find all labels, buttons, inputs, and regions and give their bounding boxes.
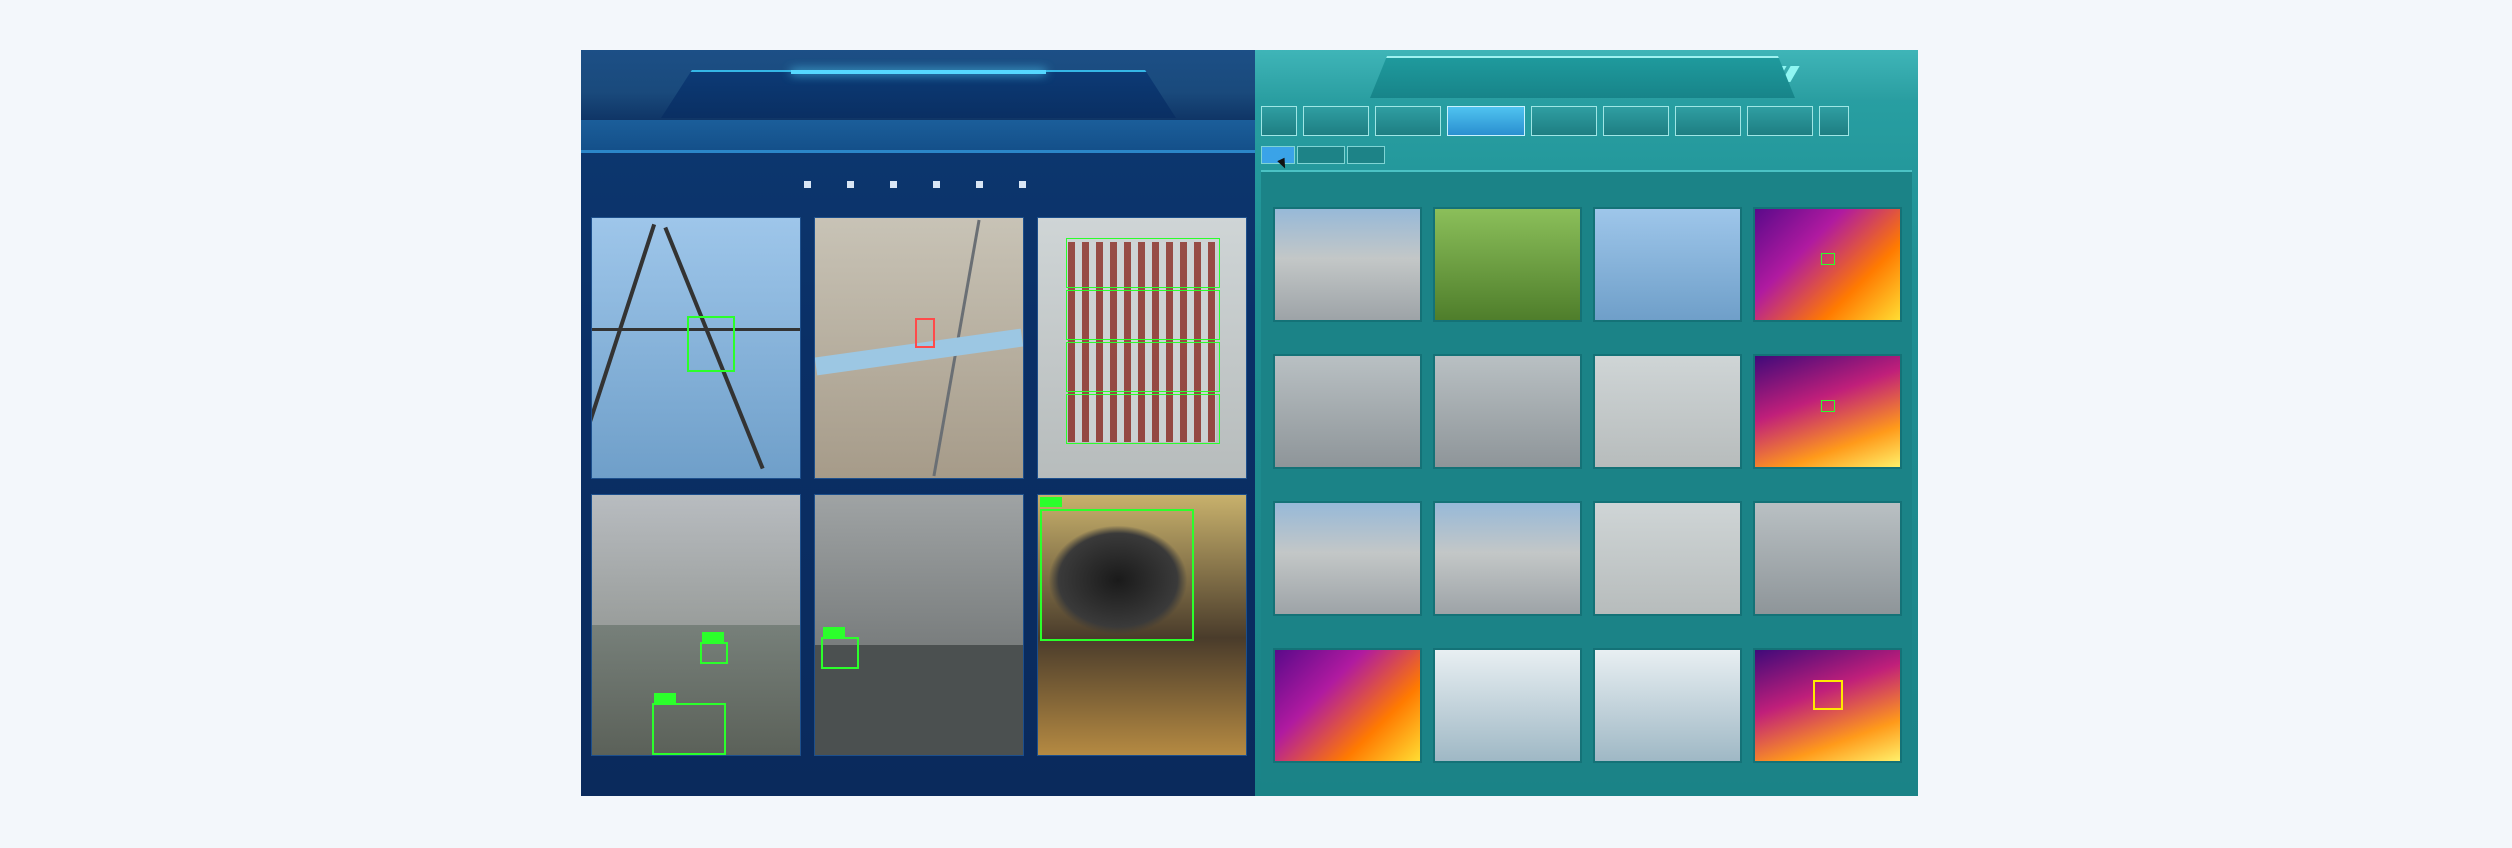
detection-box <box>687 316 735 372</box>
detection-box <box>915 318 935 348</box>
nav-tab-active[interactable] <box>1447 106 1525 136</box>
nav-tab[interactable] <box>1303 106 1369 136</box>
detection-box <box>1821 400 1835 412</box>
camera-tile-thermal[interactable] <box>1753 354 1902 469</box>
legend-item[interactable] <box>933 174 946 194</box>
legend-item[interactable] <box>890 174 903 194</box>
detection-image-grid <box>591 217 1247 787</box>
nav-tab[interactable] <box>1675 106 1741 136</box>
camera-tile-thermal[interactable] <box>1273 648 1422 763</box>
image-tile-construction-site[interactable] <box>591 494 801 756</box>
detection-box <box>652 703 726 755</box>
nav-tab[interactable] <box>1819 106 1849 136</box>
camera-tile[interactable] <box>1433 354 1582 469</box>
image-tile-aerial-line[interactable] <box>814 217 1024 479</box>
image-tile-transmission-tower[interactable] <box>591 217 801 479</box>
legend-item[interactable] <box>804 174 817 194</box>
detection-box <box>700 642 728 664</box>
checkbox-icon <box>804 180 811 188</box>
detection-label <box>654 693 676 703</box>
detection-box <box>1066 238 1220 288</box>
checkbox-icon <box>976 180 983 188</box>
image-tile-fire-smoke[interactable] <box>1037 494 1247 756</box>
category-legend <box>581 174 1255 194</box>
checkbox-icon <box>890 180 897 188</box>
nav-tab[interactable] <box>1261 106 1297 136</box>
detection-label <box>702 632 724 642</box>
nav-tab[interactable] <box>1603 106 1669 136</box>
nav-tab[interactable] <box>1375 106 1441 136</box>
legend-item[interactable] <box>1019 174 1032 194</box>
detection-box <box>1821 253 1835 265</box>
detection-label <box>1040 497 1062 507</box>
image-analysis-panel <box>581 50 1255 796</box>
nav-tab[interactable] <box>1747 106 1813 136</box>
title-frame <box>661 70 1176 118</box>
detection-box <box>1066 342 1220 392</box>
detection-box <box>1040 509 1194 641</box>
checkbox-icon <box>847 180 854 188</box>
image-tile-smoke-scene[interactable] <box>814 494 1024 756</box>
subtab[interactable] <box>1297 146 1345 164</box>
tower-structure <box>592 223 657 473</box>
camera-tile[interactable] <box>1433 501 1582 616</box>
camera-tile[interactable] <box>1433 207 1582 322</box>
camera-tile[interactable] <box>1273 501 1422 616</box>
checkbox-icon <box>933 180 940 188</box>
camera-tile-thermal[interactable] <box>1753 207 1902 322</box>
camera-tile[interactable] <box>1273 354 1422 469</box>
detection-box <box>821 637 859 669</box>
subtab[interactable] <box>1347 146 1385 164</box>
camera-tile[interactable] <box>1593 207 1742 322</box>
camera-tile-thermal[interactable] <box>1753 648 1902 763</box>
title-glow-line <box>791 70 1046 74</box>
camera-tile[interactable] <box>1273 207 1422 322</box>
camera-grid <box>1273 207 1903 777</box>
camera-tile[interactable] <box>1753 501 1902 616</box>
checkbox-icon <box>1019 180 1026 188</box>
legend-item[interactable] <box>847 174 860 194</box>
nav-tab[interactable] <box>1531 106 1597 136</box>
monitoring-panel <box>1255 50 1918 796</box>
camera-tile-gauge[interactable] <box>1433 648 1582 763</box>
sub-header-band <box>581 120 1255 153</box>
camera-tile-gauge[interactable] <box>1593 648 1742 763</box>
legend-item[interactable] <box>976 174 989 194</box>
camera-tile[interactable] <box>1593 501 1742 616</box>
composite-screenshot <box>581 50 1918 796</box>
detection-box <box>1066 394 1220 444</box>
detection-label <box>823 627 845 637</box>
detection-box <box>1066 290 1220 340</box>
image-tile-switchboard[interactable] <box>1037 217 1247 479</box>
camera-tile[interactable] <box>1593 354 1742 469</box>
title-frame <box>1370 56 1795 98</box>
detection-box <box>1813 680 1843 710</box>
main-nav <box>1255 106 1918 136</box>
